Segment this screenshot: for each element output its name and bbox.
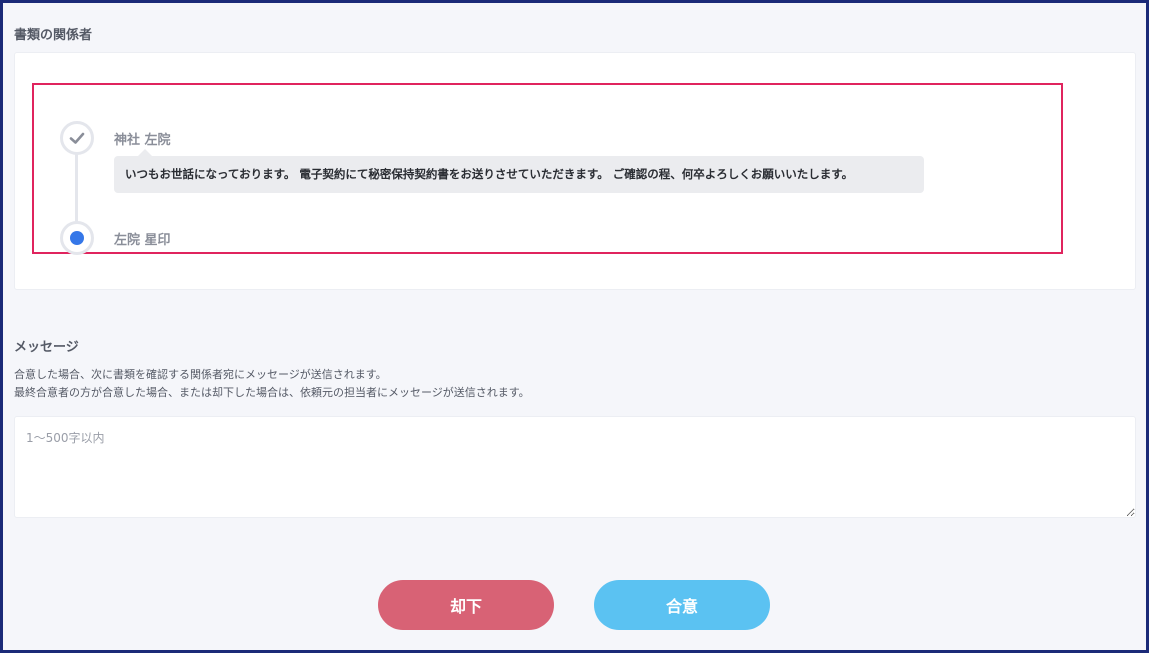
agree-button[interactable]: 合意 [594,580,770,630]
check-icon [69,132,85,144]
message-description-line-1: 合意した場合、次に書類を確認する関係者宛にメッセージが送信されます。 [14,368,387,381]
party-name-1: 神社 左院 [114,133,171,148]
step-current-indicator [60,221,94,255]
party-name-2: 左院 星印 [114,233,171,248]
step-done-indicator [60,121,94,155]
highlight-box: 神社 左院 いつもお世話になっております。 電子契約にて秘密保持契約書をお送りさ… [32,83,1063,255]
parties-section-title: 書類の関係者 [14,28,93,43]
dot-icon [70,231,84,245]
comment-bubble: いつもお世話になっております。 電子契約にて秘密保持契約書をお送りさせていただき… [114,156,924,193]
message-description: 合意した場合、次に書類を確認する関係者宛にメッセージが送信されます。 最終合意者… [14,366,530,402]
comment-bubble-tail [138,149,152,156]
message-description-line-2: 最終合意者の方が合意した場合、または却下した場合は、依頼元の担当者にメッセージが… [14,386,530,399]
message-textarea[interactable] [14,416,1136,518]
message-section-title: メッセージ [14,340,79,355]
parties-card: 神社 左院 いつもお世話になっております。 電子契約にて秘密保持契約書をお送りさ… [14,52,1136,290]
page-frame: 書類の関係者 神社 左院 いつもお世話になっております。 電子契約にて秘密保持契… [0,0,1149,653]
reject-button[interactable]: 却下 [378,580,554,630]
